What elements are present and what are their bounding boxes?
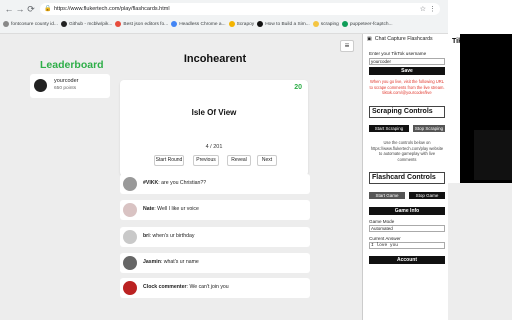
username-label: Enter your TikTok username [369,51,427,56]
lock-icon: 🔒 [44,6,52,12]
avatar [123,256,137,270]
current-answer-field[interactable]: I love you [369,242,445,249]
current-answer-label: Current Answer [369,236,401,241]
avatar [34,79,47,92]
card-score: 20 [294,84,302,91]
back-icon[interactable]: ← [4,4,14,14]
game-mode-label: Game Mode [369,219,395,224]
tiktok-sidebar [448,34,460,183]
account-toggle[interactable]: Account [369,256,445,264]
bookmarks-bar: fontcosure county id... Github - mcblw/p… [0,18,448,30]
card-counter: 4 / 201 [205,144,223,150]
extension-header: ▣ Chat Capture Flashcards [367,36,433,42]
bookmark-item[interactable]: Github - mcblw/pik... [60,18,112,30]
previous-button[interactable]: Previous [193,155,219,166]
scraping-controls-title: Scraping Controls [369,106,445,118]
stop-game-button[interactable]: Stop Game [409,192,445,199]
live-url-note: When you go live, visit the following UR… [369,79,445,96]
bookmark-item[interactable]: Headless Chrome a... [171,18,226,30]
extensions-icon[interactable]: ⋮ [429,5,436,13]
reveal-button[interactable]: Reveal [227,155,251,166]
controls-note: Use the controls below on https://www.fl… [370,140,444,162]
chat-message: bri: when's ur birthday [120,227,310,247]
avatar [123,177,137,191]
tiktok-live-video[interactable] [474,130,512,180]
start-game-button[interactable]: Start Game [369,192,405,199]
bookmark-item[interactable]: Best json editors fo... [115,18,168,30]
bookmark-item[interactable]: puppeteer-fcaptch... [341,18,393,30]
bookmark-item[interactable]: scraping [312,18,339,30]
tiktok-header [448,0,512,34]
leaderboard-points: 650 points [54,86,77,91]
leaderboard-title: Leaderboard [40,59,104,71]
avatar [123,281,137,295]
chat-message: #VIKK: are you Christian?? [120,174,310,194]
next-button[interactable]: Next [257,155,277,166]
hamburger-icon: ≡ [344,41,350,50]
start-round-button[interactable]: Start Round [154,155,184,166]
url-text: https://www.flukertech.com/play/flashcar… [54,6,170,12]
start-scraping-button[interactable]: Start Scraping [369,125,409,132]
browser-toolbar: ← → ⟳ 🔒 https://www.flukertech.com/play/… [0,0,448,34]
card-question: Isle Of View [191,108,237,117]
leaderboard-entry: yourcoder 650 points [30,74,110,98]
bookmark-star-icon[interactable]: ☆ [420,5,426,13]
extension-panel: ▣ Chat Capture Flashcards Enter your Tik… [362,34,448,320]
stop-scraping-button[interactable]: Stop Scraping [413,125,445,132]
username-input[interactable]: yourcoder [369,58,445,65]
chat-message: Nate: Well I like ur voice [120,200,310,220]
game-title: Incohearent [183,53,247,65]
bookmark-item[interactable]: How to Build a Sim... [257,18,310,30]
bookmark-item[interactable]: fontcosure county id... [3,18,58,30]
leaderboard-username: yourcoder [54,78,79,84]
game-info-toggle[interactable]: Game Info [369,207,445,215]
bookmark-item[interactable]: Scrapoy [228,18,254,30]
extension-logo-icon: ▣ [367,36,372,42]
chat-message: Clock commenter: We can't join you [120,278,310,298]
flashcard-controls-title: Flashcard Controls [369,172,445,184]
game-mode-select[interactable]: Automated [369,225,445,232]
save-button[interactable]: Save [369,67,445,75]
menu-button[interactable]: ≡ [340,40,354,52]
flashcards-page: Leaderboard yourcoder 650 points Incohea… [0,34,362,320]
address-bar[interactable]: 🔒 https://www.flukertech.com/play/flashc… [40,3,440,15]
avatar [123,203,137,217]
chat-message: Jasmin: what's ur name [120,253,310,273]
forward-icon[interactable]: → [15,4,25,14]
avatar [123,230,137,244]
tiktok-logo: TikTok [452,38,474,45]
reload-icon[interactable]: ⟳ [26,4,36,15]
